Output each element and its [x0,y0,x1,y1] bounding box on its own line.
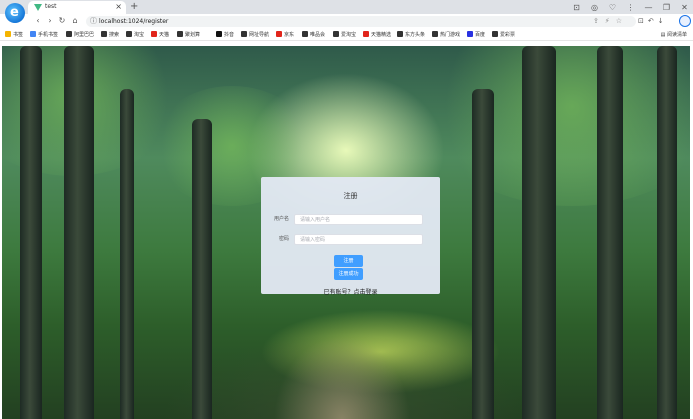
home-button[interactable]: ⌂ [70,14,80,28]
bookmark-item[interactable]: 淘宝 [126,30,144,40]
reload-button[interactable]: ↻ [57,14,67,28]
bookmark-item[interactable]: 聚划算 [177,30,200,40]
bookmark-label: 网址导航 [249,32,270,38]
address-toolbar: ‹ › ↻ ⌂ ⓘ localhost:1024/register ⇪⚡☆ ⊡↶… [0,14,693,28]
bookmark-label: 抖音 [224,32,235,38]
tiktok-icon [216,31,222,37]
bookmark-label: 手机书签 [38,32,59,38]
tmall-icon [363,31,369,37]
bookmark-label: 搜索 [109,32,120,38]
bookmark-item[interactable]: 抖音 [216,30,234,40]
phone-icon [30,31,36,37]
password-input[interactable] [294,234,423,245]
bookmark-item[interactable]: 书签 [5,30,23,40]
bookmark-label: 聚划算 [185,32,201,38]
close-window-button[interactable]: ✕ [680,3,689,12]
tab-title: test [45,3,57,10]
page-viewport: 注册 用户名 密码 注册 注册成功 已有账号？点击登录 [2,46,690,419]
login-link[interactable]: 已有账号？点击登录 [261,289,440,297]
bookmark-label: 爱淘宝 [341,32,357,38]
favorites-icon[interactable]: ♡ [608,3,617,12]
bookmark-label: 东方头条 [405,32,426,38]
address-bar[interactable]: ⓘ localhost:1024/register ⇪⚡☆ [86,16,636,27]
bookmark-label: 阿里巴巴 [74,32,95,38]
jd-icon [276,31,282,37]
username-input[interactable] [294,214,423,225]
register-card: 注册 用户名 密码 注册 注册成功 已有账号？点击登录 [261,177,440,297]
game-icon [432,31,438,37]
forward-button[interactable]: › [45,14,55,28]
tab-strip: test × + ⊡ ◎ ♡ ⋮ — ❐ ✕ [0,0,693,14]
tab-close-icon[interactable]: × [115,2,122,12]
restore-button[interactable]: ❐ [662,3,671,12]
extensions-icon[interactable]: ◎ [590,3,599,12]
bookmark-item[interactable]: 爱淘宝 [333,30,356,40]
bookmark-item[interactable]: 搜索 [101,30,119,40]
bookmark-item[interactable]: 热门游戏 [432,30,460,40]
more-icon[interactable]: ⋮ [626,3,635,12]
collections-icon[interactable]: ⊡ [572,3,581,12]
site-icon [101,31,107,37]
register-title: 注册 [343,192,358,200]
bookmark-label: 百度 [475,32,486,38]
minimize-button[interactable]: — [644,3,653,12]
bookmark-label: 天猫 [159,32,170,38]
bookmark-label: 爱彩票 [500,32,516,38]
window-controls: ⊡ ◎ ♡ ⋮ — ❐ ✕ [572,1,689,13]
password-label: 密码 [278,236,289,242]
profile-avatar[interactable] [679,15,691,27]
site-icon [241,31,247,37]
bookmark-label: 热门游戏 [440,32,461,38]
vue-icon [34,4,42,11]
reading-list-button[interactable]: ▤ 阅读清单 [661,30,687,40]
tmall-icon [151,31,157,37]
back-button[interactable]: ‹ [33,14,43,28]
reading-list-label: 阅读清单 [666,32,687,38]
register-success-button[interactable]: 注册成功 [334,268,363,280]
bookmark-item[interactable]: 东方头条 [397,30,425,40]
site-icon [397,31,403,37]
bookmark-item[interactable]: 百度 [467,30,485,40]
bookmark-label: 淘宝 [134,32,145,38]
url-text[interactable]: localhost:1024/register [99,17,168,26]
bookmark-label: 唯品会 [310,32,326,38]
browser-logo-icon[interactable]: e [5,3,25,23]
bookmark-item[interactable]: 网址导航 [241,30,269,40]
bookmark-item[interactable]: 手机书签 [30,30,58,40]
site-icon [126,31,132,37]
toolbar-actions[interactable]: ⊡↶↓ [638,14,668,28]
site-icon [302,31,308,37]
bookmarks-bar: 书签 手机书签 阿里巴巴 搜索 淘宝 天猫 聚划算 抖音 网址导航 京东 唯品会… [0,29,693,41]
bookmark-label: 书签 [13,32,24,38]
bookmark-item[interactable]: 京东 [276,30,294,40]
browser-tab[interactable]: test × [28,1,126,14]
register-button[interactable]: 注册 [334,255,363,267]
bookmark-item[interactable]: 天猫精选 [363,30,391,40]
bookmark-item[interactable]: 唯品会 [302,30,325,40]
baidu-icon [467,31,473,37]
bookmark-item[interactable]: 爱彩票 [492,30,515,40]
new-tab-button[interactable]: + [130,1,138,12]
bookmark-label: 京东 [284,32,295,38]
star-icon [5,31,11,37]
site-info-icon[interactable]: ⓘ [90,17,97,26]
bookmark-item[interactable]: 阿里巴巴 [66,30,94,40]
bookmark-label: 天猫精选 [371,32,392,38]
site-icon [333,31,339,37]
username-label: 用户名 [273,216,289,222]
site-icon [66,31,72,37]
address-bar-icons[interactable]: ⇪⚡☆ [593,16,628,27]
site-icon [177,31,183,37]
bookmark-item[interactable]: 天猫 [151,30,169,40]
site-icon [492,31,498,37]
browser-window: test × + ⊡ ◎ ♡ ⋮ — ❐ ✕ e ‹ › ↻ ⌂ ⓘ local… [0,0,693,419]
